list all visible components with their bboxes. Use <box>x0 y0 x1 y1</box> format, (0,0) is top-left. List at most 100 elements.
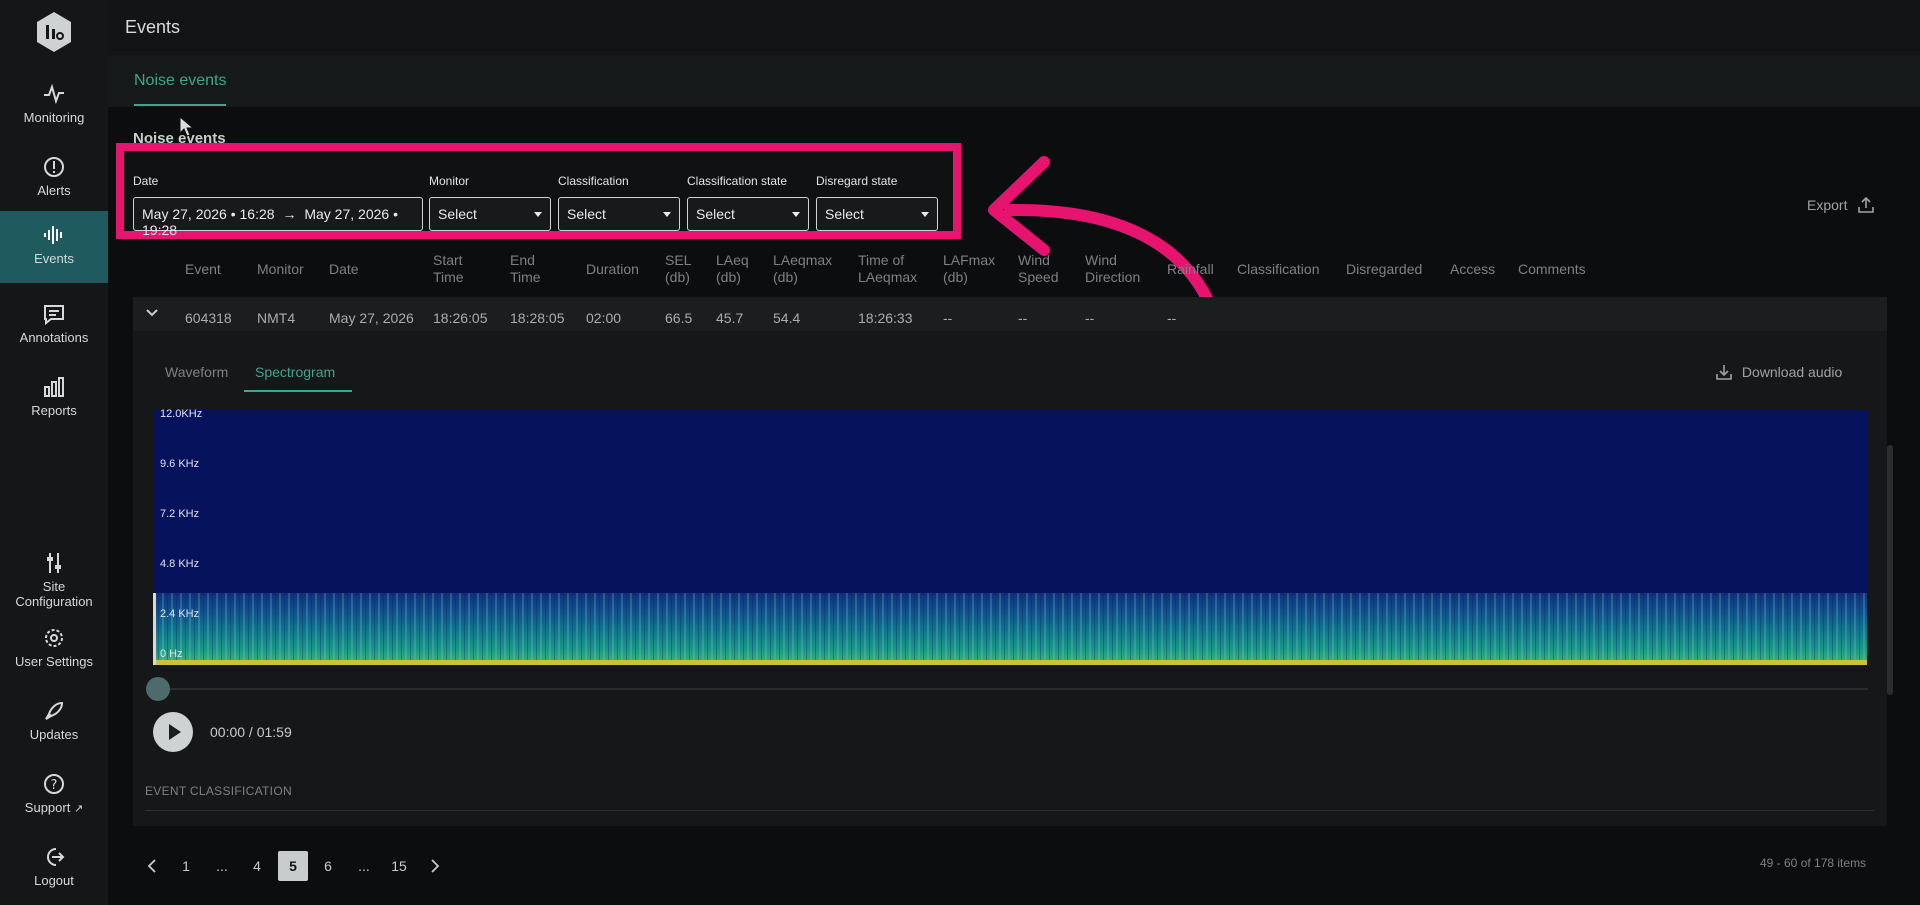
nav-annotations[interactable]: Annotations <box>0 290 108 362</box>
page-button[interactable]: 5 <box>278 851 308 881</box>
column-header[interactable]: Monitor <box>257 261 304 278</box>
date-range-picker[interactable]: May 27, 2026 • 16:28 → May 27, 2026 • 19… <box>133 197 423 238</box>
nav-events[interactable]: Events <box>0 211 108 283</box>
column-header-line: Event <box>185 261 221 277</box>
column-header-line: Direction <box>1085 269 1141 285</box>
column-header[interactable]: Classification <box>1237 261 1319 278</box>
audio-time: 00:00 / 01:59 <box>210 724 292 740</box>
column-header[interactable]: End Time <box>510 252 541 286</box>
column-header[interactable]: LAFmax (db) <box>943 252 995 286</box>
nav-reports[interactable]: Reports <box>0 363 108 435</box>
nav-site-configuration[interactable]: Site Configuration <box>0 545 108 609</box>
audio-progress-track[interactable] <box>158 688 1868 690</box>
column-header-line: (db) <box>943 269 968 285</box>
audio-progress-handle[interactable] <box>146 677 170 701</box>
page-ellipsis: ... <box>216 858 228 874</box>
logout-icon <box>47 848 65 866</box>
table-cell: May 27, 2026 <box>329 310 414 326</box>
tab-waveform[interactable]: Waveform <box>165 364 228 380</box>
items-count: 49 - 60 of 178 items <box>1760 856 1867 870</box>
chevron-left-icon[interactable] <box>146 858 158 874</box>
chevron-down-icon[interactable] <box>145 308 159 318</box>
table-cell: -- <box>1018 310 1028 326</box>
classification-select-value: Select <box>567 206 606 222</box>
frequency-label: 7.2 KHz <box>160 508 200 520</box>
column-header-line: SEL <box>665 252 692 268</box>
column-header-line: (db) <box>665 269 690 285</box>
caret-down-icon <box>921 212 929 217</box>
monitor-select[interactable]: Select <box>429 197 551 231</box>
app-logo-icon[interactable] <box>34 10 74 54</box>
nav-logout[interactable]: Logout <box>0 833 108 905</box>
table-cell: 18:28:05 <box>510 310 565 326</box>
column-header-line: Time <box>433 269 464 285</box>
download-icon <box>1716 365 1732 380</box>
pulse-icon <box>44 83 64 105</box>
column-header-line: LAeq <box>716 252 749 268</box>
caret-down-icon <box>792 212 800 217</box>
column-header[interactable]: Time of LAeqmax <box>858 252 917 286</box>
column-header[interactable]: SEL (db) <box>665 252 691 286</box>
column-header[interactable]: Wind Direction <box>1085 252 1140 286</box>
top-bar: Events <box>108 0 1920 55</box>
nav-support[interactable]: ? Support ↗ <box>0 760 108 832</box>
export-button[interactable]: Export <box>1807 196 1875 214</box>
nav-label: Site <box>42 579 66 594</box>
column-header[interactable]: Event <box>185 261 221 278</box>
play-button[interactable] <box>153 712 193 752</box>
column-header[interactable]: LAeqmax (db) <box>773 252 832 286</box>
column-header[interactable]: Disregarded <box>1346 261 1422 278</box>
tab-strip: Noise events <box>108 55 1920 107</box>
classification-select[interactable]: Select <box>558 197 680 231</box>
column-header-line: Rainfall <box>1167 261 1214 277</box>
nav-label: Support <box>24 800 71 815</box>
column-header-line: End <box>510 252 535 268</box>
page-button[interactable]: 6 <box>313 851 343 881</box>
sidebar: Monitoring Alerts Events Annotations Rep… <box>0 0 108 905</box>
vertical-scrollbar[interactable] <box>1887 445 1893 695</box>
download-audio-button[interactable]: Download audio <box>1716 364 1842 380</box>
column-header-line: Date <box>329 261 359 277</box>
nav-monitoring[interactable]: Monitoring <box>0 70 108 142</box>
column-header-line: (db) <box>773 269 798 285</box>
column-header-line: Speed <box>1018 269 1059 285</box>
page-button[interactable]: 1 <box>171 851 201 881</box>
column-header[interactable]: Duration <box>586 261 639 278</box>
tab-noise-events[interactable]: Noise events <box>134 72 227 90</box>
nav-updates[interactable]: Updates <box>0 687 108 759</box>
nav-label: Alerts <box>37 183 71 198</box>
chevron-right-icon[interactable] <box>429 858 441 874</box>
column-header-line: LAeqmax <box>858 269 918 285</box>
tab-spectrogram[interactable]: Spectrogram <box>255 364 335 380</box>
page-title: Events <box>125 17 181 37</box>
column-header[interactable]: Start Time <box>433 252 464 286</box>
rocket-icon <box>45 701 64 720</box>
column-header[interactable]: Date <box>329 261 359 278</box>
mouse-cursor-icon <box>179 116 195 137</box>
column-header-line: Time <box>510 269 541 285</box>
table-cell: 45.7 <box>716 310 744 326</box>
column-header[interactable]: Wind Speed <box>1018 252 1058 286</box>
page-button[interactable]: 4 <box>242 851 272 881</box>
column-header-line: Access <box>1450 261 1496 277</box>
column-header[interactable]: Comments <box>1518 261 1586 278</box>
table-cell: -- <box>1167 310 1177 326</box>
nav-label: Monitoring <box>23 110 85 125</box>
external-link-icon: ↗ <box>73 803 84 815</box>
spectrogram[interactable] <box>153 410 1867 665</box>
nav-alerts[interactable]: Alerts <box>0 143 108 215</box>
column-header-line: Wind <box>1085 252 1117 268</box>
column-header[interactable]: Rainfall <box>1167 261 1214 278</box>
page-button[interactable]: 15 <box>384 851 414 881</box>
nav-user-settings[interactable]: User Settings <box>0 614 108 686</box>
classification-state-select[interactable]: Select <box>687 197 809 231</box>
column-header-line: Duration <box>586 261 639 277</box>
table-cell: NMT4 <box>257 310 296 326</box>
tab-underline <box>244 390 352 392</box>
column-header[interactable]: Access <box>1450 261 1495 278</box>
column-header[interactable]: LAeq (db) <box>716 252 749 286</box>
reports-icon <box>44 377 64 397</box>
disregard-state-select[interactable]: Select <box>816 197 938 231</box>
nav-label: Logout <box>34 873 74 888</box>
nav-label: Reports <box>31 403 77 418</box>
